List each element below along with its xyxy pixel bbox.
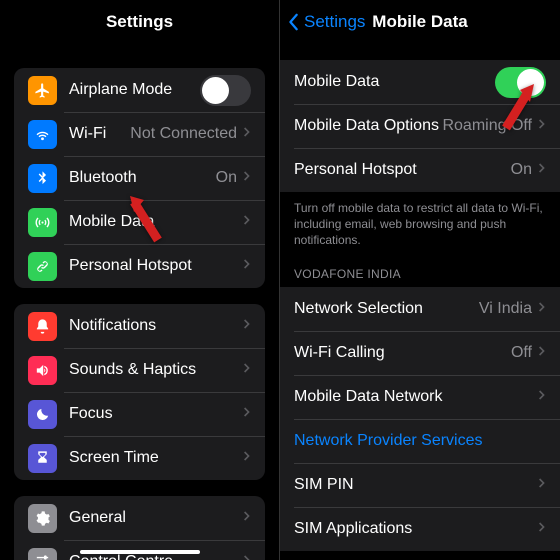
settings-group: Notifications Sounds & Haptics Focus Screen… <box>14 304 265 480</box>
home-indicator[interactable] <box>80 550 200 554</box>
row-label: Bluetooth <box>69 169 216 187</box>
row-label: Focus <box>69 405 243 423</box>
chevron-right-icon <box>243 449 251 467</box>
row-value: Vi India <box>479 300 532 318</box>
row-wi-fi-calling[interactable]: Wi-Fi CallingOff <box>280 331 560 375</box>
row-network-provider-services[interactable]: Network Provider Services <box>280 419 560 463</box>
row-personal-hotspot[interactable]: Personal HotspotOn <box>280 148 560 192</box>
chevron-right-icon <box>243 553 251 560</box>
row-value: On <box>511 161 532 179</box>
row-notifications[interactable]: Notifications <box>14 304 265 348</box>
antenna-icon <box>28 208 57 237</box>
row-label: Personal Hotspot <box>294 161 511 179</box>
row-label: SIM Applications <box>294 520 538 538</box>
row-general[interactable]: General <box>14 496 265 540</box>
row-mobile-data-network[interactable]: Mobile Data Network <box>280 375 560 419</box>
row-mobile-data-options[interactable]: Mobile Data OptionsRoaming Off <box>280 104 560 148</box>
chevron-right-icon <box>538 520 546 538</box>
nav-bar: Settings Mobile Data <box>280 0 560 44</box>
nav-bar: Settings <box>0 0 279 44</box>
row-label: Sounds & Haptics <box>69 361 243 379</box>
row-label: Mobile Data Network <box>294 388 538 406</box>
row-value: Not Connected <box>130 125 237 143</box>
row-label: Mobile Data <box>69 213 243 231</box>
chevron-right-icon <box>538 117 546 135</box>
row-mobile-data[interactable]: Mobile Data <box>14 200 265 244</box>
chevron-right-icon <box>243 509 251 527</box>
row-label: Mobile Data <box>294 73 495 91</box>
row-label: Mobile Data Options <box>294 117 442 135</box>
row-sim-pin[interactable]: SIM PIN <box>280 463 560 507</box>
row-sounds-haptics[interactable]: Sounds & Haptics <box>14 348 265 392</box>
row-label: SIM PIN <box>294 476 538 494</box>
chevron-right-icon <box>538 388 546 406</box>
chevron-right-icon <box>243 257 251 275</box>
toggle-airplane-mode[interactable] <box>200 75 251 106</box>
toggle-mobile-data[interactable] <box>495 67 546 98</box>
row-label: Personal Hotspot <box>69 257 243 275</box>
speaker-icon <box>28 356 57 385</box>
row-screen-time[interactable]: Screen Time <box>14 436 265 480</box>
bluetooth-icon <box>28 164 57 193</box>
chevron-right-icon <box>243 405 251 423</box>
footer-text: Turn off mobile data to restrict all dat… <box>280 192 560 249</box>
settings-root-screen: Settings Airplane Mode Wi-FiNot Connected… <box>0 0 280 560</box>
row-personal-hotspot[interactable]: Personal Hotspot <box>14 244 265 288</box>
row-label: Network Provider Services <box>294 432 546 450</box>
row-label: Screen Time <box>69 449 243 467</box>
chevron-right-icon <box>243 213 251 231</box>
row-network-selection[interactable]: Network SelectionVi India <box>280 287 560 331</box>
row-value: Off <box>511 344 532 362</box>
row-label: Wi-Fi Calling <box>294 344 511 362</box>
bell-icon <box>28 312 57 341</box>
gear-icon <box>28 504 57 533</box>
row-label: Control Centre <box>69 553 243 560</box>
chevron-right-icon <box>243 125 251 143</box>
row-bluetooth[interactable]: BluetoothOn <box>14 156 265 200</box>
wifi-icon <box>28 120 57 149</box>
chevron-right-icon <box>538 300 546 318</box>
row-mobile-data[interactable]: Mobile Data <box>280 60 560 104</box>
chevron-right-icon <box>538 476 546 494</box>
row-sim-applications[interactable]: SIM Applications <box>280 507 560 551</box>
back-button[interactable]: Settings <box>288 12 365 32</box>
row-label: General <box>69 509 243 527</box>
settings-group: Airplane ModeWi-FiNot ConnectedBluetooth… <box>14 68 265 288</box>
moon-icon <box>28 400 57 429</box>
row-focus[interactable]: Focus <box>14 392 265 436</box>
link-icon <box>28 252 57 281</box>
section-header-carrier: VODAFONE INDIA <box>280 249 560 287</box>
row-airplane-mode[interactable]: Airplane Mode <box>14 68 265 112</box>
sliders-icon <box>28 548 57 560</box>
row-label: Notifications <box>69 317 243 335</box>
row-wi-fi[interactable]: Wi-FiNot Connected <box>14 112 265 156</box>
chevron-right-icon <box>243 361 251 379</box>
airplane-icon <box>28 76 57 105</box>
nav-title: Settings <box>106 12 173 32</box>
row-label: Network Selection <box>294 300 479 318</box>
chevron-right-icon <box>243 169 251 187</box>
back-label: Settings <box>304 12 365 32</box>
nav-title: Mobile Data <box>372 12 467 32</box>
chevron-right-icon <box>538 161 546 179</box>
hourglass-icon <box>28 444 57 473</box>
mobile-data-screen: Settings Mobile Data Mobile Data Mobile D… <box>280 0 560 560</box>
chevron-right-icon <box>538 344 546 362</box>
row-label: Airplane Mode <box>69 81 200 99</box>
row-value: On <box>216 169 237 187</box>
row-label: Wi-Fi <box>69 125 130 143</box>
chevron-right-icon <box>243 317 251 335</box>
row-value: Roaming Off <box>442 117 532 135</box>
